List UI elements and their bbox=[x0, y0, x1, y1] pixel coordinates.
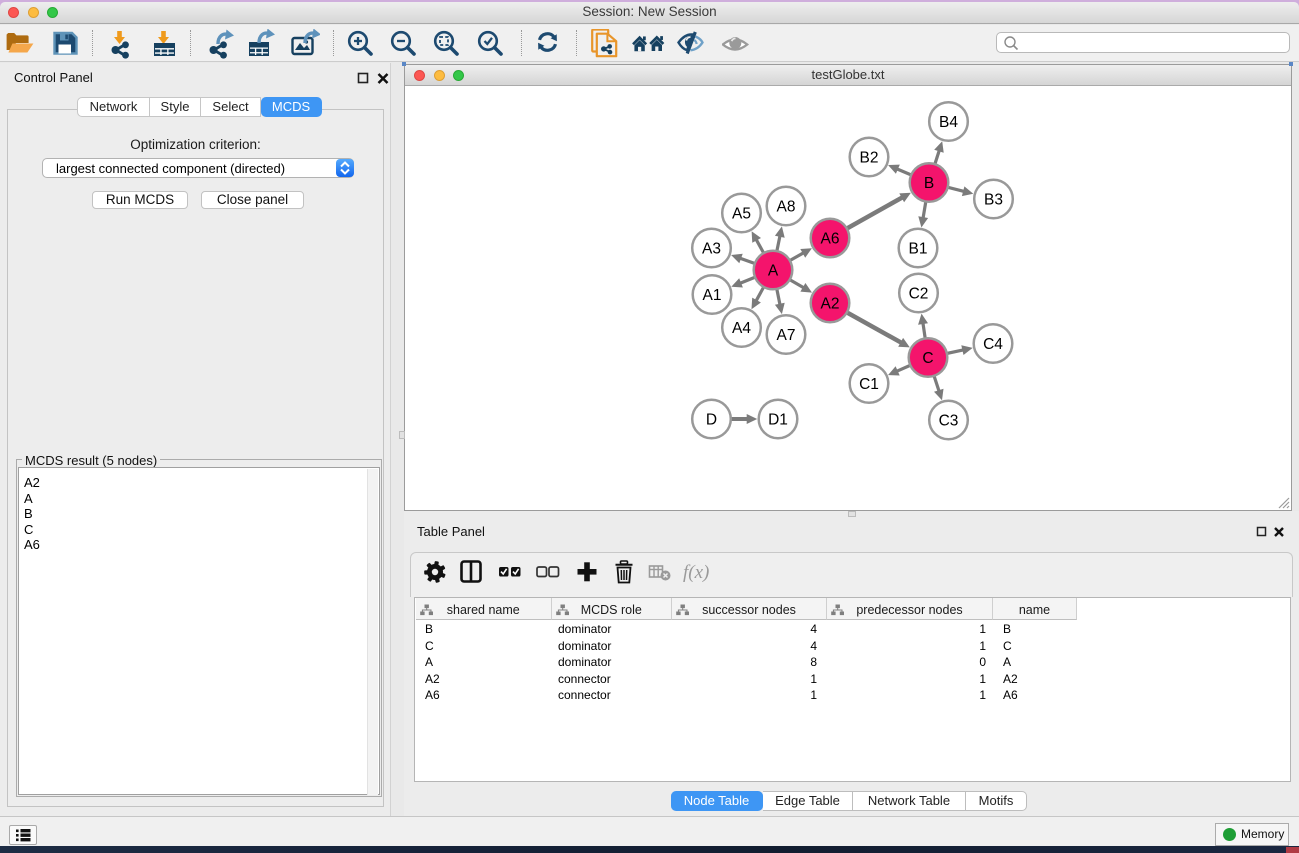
svg-text:B: B bbox=[924, 175, 934, 192]
svg-text:A5: A5 bbox=[732, 206, 751, 223]
svg-text:A3: A3 bbox=[702, 241, 721, 258]
svg-text:A: A bbox=[768, 263, 779, 280]
svg-text:A8: A8 bbox=[777, 199, 796, 216]
svg-text:A7: A7 bbox=[777, 327, 796, 344]
svg-text:C3: C3 bbox=[939, 413, 959, 430]
svg-text:B4: B4 bbox=[939, 114, 958, 131]
svg-text:f(x): f(x) bbox=[683, 562, 709, 583]
svg-text:B1: B1 bbox=[909, 241, 928, 258]
svg-text:C1: C1 bbox=[859, 376, 879, 393]
svg-text:C4: C4 bbox=[983, 336, 1003, 353]
svg-text:D: D bbox=[706, 412, 717, 429]
svg-text:B2: B2 bbox=[860, 150, 879, 167]
svg-text:A2: A2 bbox=[821, 296, 840, 313]
svg-text:A4: A4 bbox=[732, 320, 751, 337]
svg-text:C2: C2 bbox=[909, 286, 929, 303]
svg-text:A1: A1 bbox=[703, 287, 722, 304]
svg-text:D1: D1 bbox=[768, 412, 788, 429]
svg-text:C: C bbox=[922, 350, 933, 367]
svg-text:A6: A6 bbox=[821, 231, 840, 248]
svg-text:B3: B3 bbox=[984, 192, 1003, 209]
